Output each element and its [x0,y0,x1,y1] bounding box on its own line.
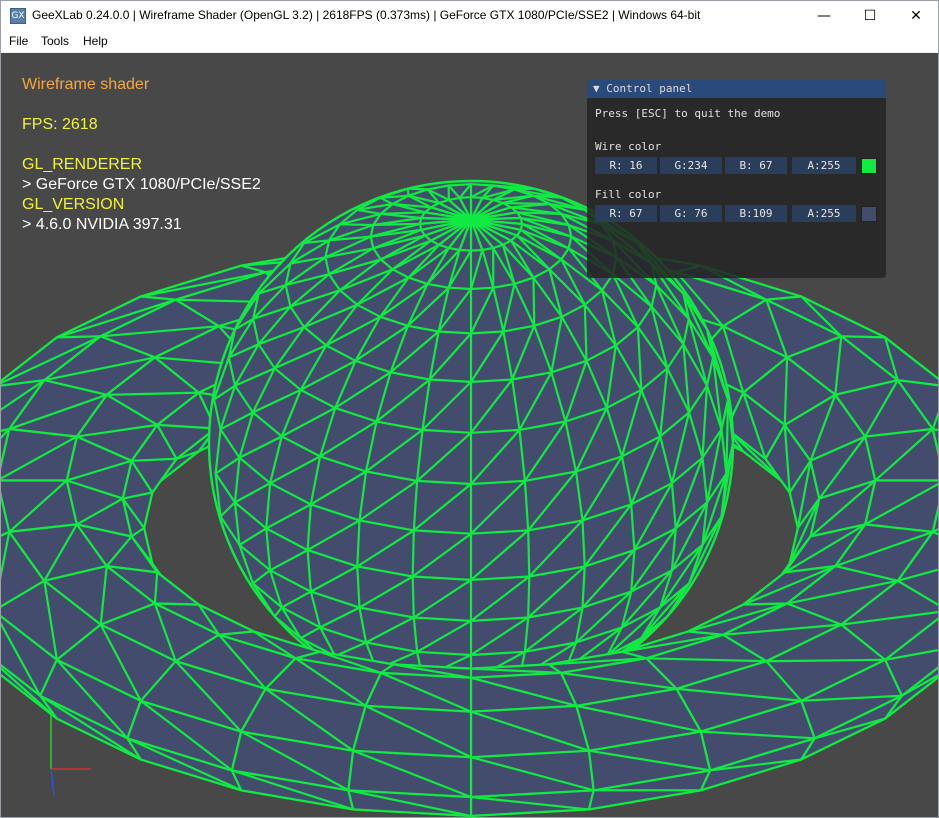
close-button[interactable]: ✕ [893,1,939,31]
sphere-edge [532,276,536,327]
control-panel: ▼ Control panel Press [ESC] to quit the … [587,80,886,278]
sphere-edge [469,196,484,199]
wire-b-field[interactable]: B: 67 [725,157,787,174]
fps-counter: FPS: 2618 [22,116,98,133]
fill-a-field[interactable]: A:255 [792,205,856,222]
geexlab-app-icon[interactable]: GX [10,8,26,24]
maximize-icon: ☐ [863,8,877,24]
gl-renderer-value: > GeForce GTX 1080/PCIe/SSE2 [22,176,261,193]
torus-face [864,479,938,533]
minimize-button[interactable]: — [801,1,847,31]
menu-tools[interactable]: Tools [41,34,69,48]
fill-b-field[interactable]: B:109 [725,205,787,222]
gl-version-value: > 4.6.0 NVIDIA 397.31 [22,216,182,233]
gl-version-label: GL_VERSION [22,196,125,213]
sphere-edge [469,286,495,291]
control-panel-header[interactable]: ▼ Control panel [587,80,886,98]
sphere-edge [469,183,495,187]
sphere-edge [527,529,531,578]
close-icon: ✕ [910,8,922,24]
demo-title: Wireframe shader [22,76,150,93]
render-viewport[interactable]: Wireframe shader FPS: 2618 GL_RENDERER >… [1,53,938,817]
window-title: GeeXLab 0.24.0.0 | Wireframe Shader (Ope… [32,8,701,22]
sphere-edge [527,575,531,619]
fill-r-field[interactable]: R: 67 [595,205,657,222]
maximize-button[interactable]: ☐ [847,1,893,31]
wire-a-field[interactable]: A:255 [792,157,856,174]
sphere-edge [447,286,473,291]
sphere-edge [458,196,473,199]
torus-face [864,427,938,482]
wire-color-label: Wire color [595,140,662,153]
sphere-edge [372,222,421,227]
esc-instruction: Press [ESC] to quit the demo [595,107,781,120]
sphere-edge [411,575,415,619]
menu-bar: File Tools Help [1,31,938,53]
menu-file[interactable]: File [9,34,28,48]
sphere-edge [338,223,375,227]
sphere-edge [501,201,551,206]
sphere-edge [411,529,415,578]
title-bar[interactable]: GX GeeXLab 0.24.0.0 | Wireframe Shader (… [1,1,938,31]
fill-color-label: Fill color [595,188,662,201]
axis-z-line [50,768,55,796]
wire-color-swatch[interactable] [861,158,877,174]
gl-renderer-label: GL_RENDERER [22,156,143,173]
torus-diagonal [766,658,886,663]
sphere-edge [469,248,484,252]
fill-color-swatch[interactable] [861,206,877,222]
wire-r-field[interactable]: R: 16 [595,157,657,174]
wire-g-field[interactable]: G:234 [660,157,722,174]
app-window: GX GeeXLab 0.24.0.0 | Wireframe Shader (… [0,0,939,818]
sphere-edge [458,248,473,252]
menu-help[interactable]: Help [83,34,108,48]
fill-g-field[interactable]: G: 76 [660,205,722,222]
minimize-icon: — [817,8,831,24]
sphere-edge [447,183,473,187]
